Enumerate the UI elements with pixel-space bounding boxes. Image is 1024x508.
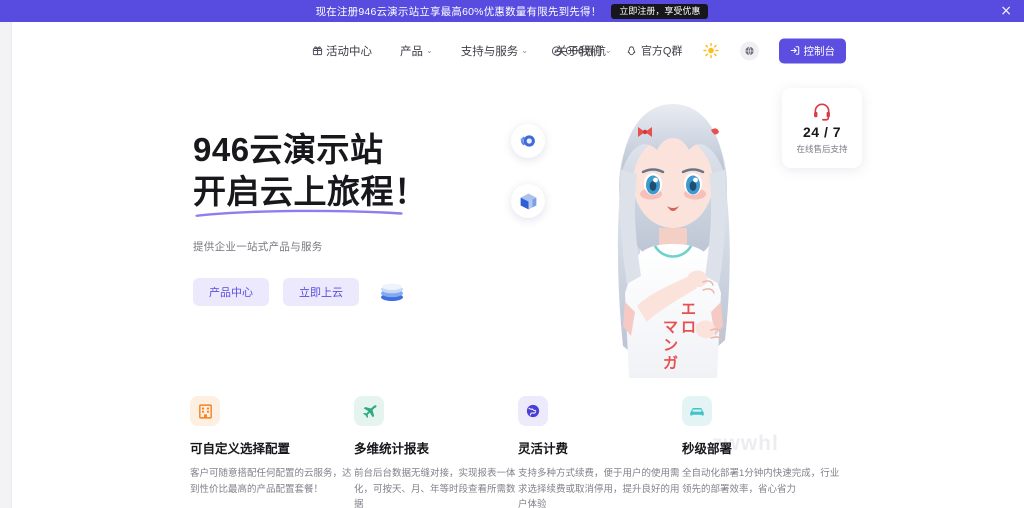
nav-link-006-navigation[interactable]: 006导航	[551, 43, 606, 59]
hero-title-line-1: 946云演示站	[193, 131, 384, 168]
feature-card-statistics: 多维统计报表 前台后台数据无缝对接，实现报表一体化，可按天、月、年等时段查看所需…	[354, 396, 518, 508]
page-gutter	[0, 22, 12, 508]
penguin-icon	[626, 45, 637, 56]
feature-title: 灵活计费	[518, 442, 569, 456]
chevron-down-icon: ⌄	[426, 46, 433, 55]
floating-badge-cloud[interactable]	[511, 124, 545, 158]
hero-subtitle: 提供企业一站式产品与服务	[193, 241, 323, 254]
plane-icon	[362, 404, 377, 418]
hero-action-buttons: 产品中心 立即上云	[193, 278, 473, 307]
feature-description: 全自动化部署1分钟内快速完成，行业领先的部署效率，省心省力	[682, 468, 840, 495]
feature-icon-wrap	[518, 396, 548, 426]
feature-description: 支持多种方式续费，便于用户的使用需求选择续费或取消停用，提升良好的用户体验	[518, 468, 680, 508]
nav-item-label: 活动中心	[326, 45, 372, 58]
shirt-char-4: ン	[663, 336, 678, 354]
login-arrow-icon	[790, 46, 799, 55]
nav-item-label: 产品	[400, 45, 423, 58]
language-switch-button[interactable]	[739, 41, 759, 60]
support-label: 在线售后支持	[796, 144, 848, 154]
feature-description: 前台后台数据无缝对接，实现报表一体化，可按天、月、年等时段查看所需数据	[354, 468, 516, 508]
sun-icon	[703, 42, 719, 59]
gift-icon	[312, 45, 323, 56]
hero-title-line-2: 开启云上旅程！	[193, 173, 428, 211]
page-root: 现在注册946云演示站立享最高60%优惠数量有限先到先得！ 立即注册，享受优惠 …	[0, 0, 1024, 508]
top-navigation: 活动中心 产品 ⌄ 支持与服务 ⌄ 关于我们 ⌄ 006导航 官方Q群 控制台	[12, 22, 1024, 79]
go-to-cloud-button[interactable]: 立即上云	[283, 278, 359, 307]
hero-character-illustration: エ ロ マ ン ガ	[617, 104, 730, 378]
feature-description: 客户可随意搭配任何配置的云服务，达到性价比最高的产品配置套餐！	[190, 468, 352, 495]
cube-icon	[520, 193, 536, 209]
support-hours: 24 / 7	[802, 124, 842, 140]
support-card[interactable]: 24 / 7 在线售后支持	[782, 88, 862, 168]
floating-badge-cube[interactable]	[511, 184, 545, 218]
compass-icon	[551, 45, 562, 56]
promo-banner: 现在注册946云演示站立享最高60%优惠数量有限先到先得！ 立即注册，享受优惠 …	[0, 0, 1024, 22]
shirt-char-2: ロ	[681, 318, 696, 336]
feature-title: 秒级部署	[682, 442, 733, 456]
feature-title: 多维统计报表	[354, 442, 430, 456]
feature-card-flexible-billing: 灵活计费 支持多种方式续费，便于用户的使用需求选择续费或取消停用，提升良好的用户…	[518, 396, 682, 508]
nav-link-label: 官方Q群	[640, 45, 683, 58]
globe-icon	[744, 46, 754, 55]
cloud-disc-icon	[520, 135, 535, 147]
theme-toggle-button[interactable]	[703, 42, 720, 59]
feature-icon-wrap	[190, 396, 220, 426]
console-button[interactable]: 控制台	[778, 38, 846, 63]
hero-copy: 946云演示站 开启云上旅程！ 提供企业一站式产品与服务 产品中心 立即上云	[193, 129, 473, 307]
globe-feature-icon	[526, 404, 540, 418]
shirt-char-1: エ	[681, 300, 696, 318]
feature-section: 可自定义选择配置 客户可随意搭配任何配置的云服务，达到性价比最高的产品配置套餐！…	[12, 396, 1024, 508]
promo-register-button[interactable]: 立即注册，享受优惠	[611, 3, 709, 19]
feature-icon-wrap	[354, 396, 384, 426]
feature-icon-wrap	[682, 396, 712, 426]
product-center-button[interactable]: 产品中心	[193, 278, 269, 307]
car-icon	[690, 408, 704, 416]
shirt-char-5: ガ	[663, 354, 678, 372]
title-underline-decoration	[195, 210, 403, 218]
close-icon[interactable]: ×	[1000, 4, 1012, 18]
feature-card-fast-deploy: 秒级部署 全自动化部署1分钟内快速完成，行业领先的部署效率，省心省力	[682, 396, 846, 508]
nav-item-label: 支持与服务	[460, 45, 519, 58]
nav-link-label: 006导航	[565, 45, 606, 58]
promo-banner-text: 现在注册946云演示站立享最高60%优惠数量有限先到先得！	[315, 5, 602, 18]
hero-section: 946云演示站 开启云上旅程！ 提供企业一站式产品与服务 产品中心 立即上云 エ…	[12, 79, 1024, 455]
feature-card-custom-config: 可自定义选择配置 客户可随意搭配任何配置的云服务，达到性价比最高的产品配置套餐！	[190, 396, 354, 508]
chevron-down-icon: ⌄	[521, 46, 528, 55]
console-button-label: 控制台	[803, 45, 836, 57]
nav-item-support-services[interactable]: 支持与服务 ⌄	[461, 43, 528, 59]
nav-item-activity-center[interactable]: 活动中心	[312, 43, 372, 59]
layered-stack-icon	[381, 284, 403, 302]
nav-link-official-qq-group[interactable]: 官方Q群	[626, 43, 683, 59]
headset-icon	[814, 103, 830, 121]
feature-title: 可自定义选择配置	[190, 442, 291, 456]
shirt-char-3: マ	[663, 318, 678, 336]
hero-title-line-2-wrap: 开启云上旅程！	[193, 171, 473, 218]
nav-secondary-menu: 006导航 官方Q群 控制台	[551, 38, 846, 63]
nav-item-products[interactable]: 产品 ⌄	[400, 43, 433, 59]
building-icon	[198, 403, 212, 419]
